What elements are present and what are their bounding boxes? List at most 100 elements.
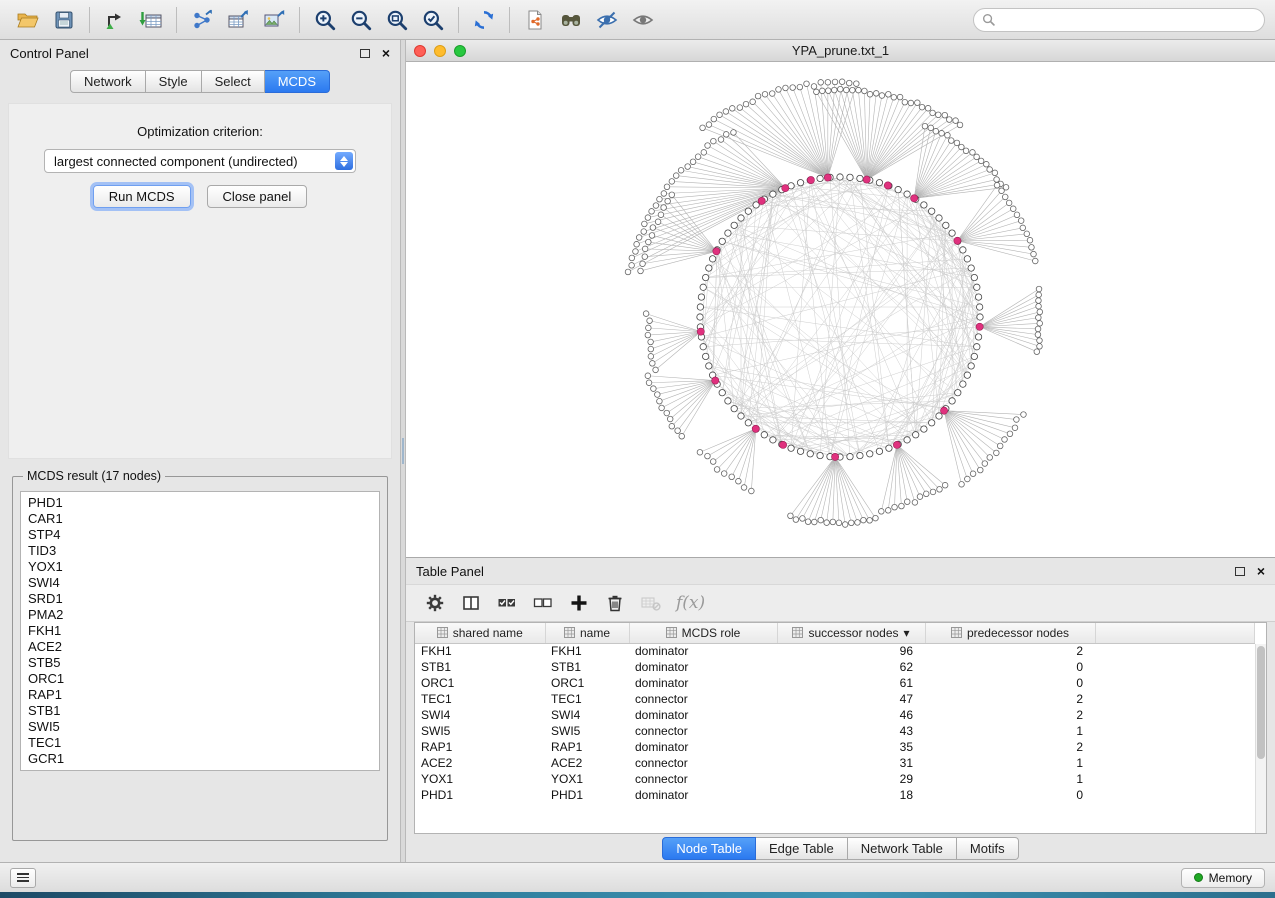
toolbar-separator — [458, 7, 459, 33]
table-row[interactable]: SWI4SWI4dominator462 — [415, 707, 1255, 723]
close-table-panel-icon[interactable]: × — [1257, 564, 1265, 578]
share-document-icon[interactable] — [517, 4, 553, 36]
mcds-result-item[interactable]: ORC1 — [28, 671, 372, 687]
import-network-icon[interactable] — [97, 4, 133, 36]
network-canvas[interactable] — [406, 62, 1275, 557]
table-row[interactable]: ACE2ACE2connector311 — [415, 755, 1255, 771]
column-header-name[interactable]: name — [545, 623, 629, 643]
mcds-result-item[interactable]: TEC1 — [28, 735, 372, 751]
zoom-selected-icon[interactable] — [415, 4, 451, 36]
table-row[interactable]: RAP1RAP1dominator352 — [415, 739, 1255, 755]
table-cell-name: FKH1 — [545, 643, 629, 659]
column-header-mcds-role[interactable]: MCDS role — [629, 623, 777, 643]
table-cell-mcds-role: dominator — [629, 787, 777, 803]
table-row[interactable]: STB1STB1dominator620 — [415, 659, 1255, 675]
status-menu-icon[interactable] — [10, 868, 36, 888]
tab-edge-table[interactable]: Edge Table — [756, 837, 848, 860]
zoom-out-icon[interactable] — [343, 4, 379, 36]
close-panel-icon[interactable]: × — [382, 46, 390, 60]
show-graphics-details-icon[interactable] — [625, 4, 661, 36]
mcds-result-item[interactable]: GCR1 — [28, 751, 372, 767]
binoculars-search-icon[interactable] — [553, 4, 589, 36]
table-cell-shared-name: PHD1 — [415, 787, 545, 803]
table-cell-filler — [1095, 675, 1255, 691]
table-cell-successor-nodes: 96 — [777, 643, 925, 659]
memory-status-dot — [1194, 873, 1203, 882]
table-row[interactable]: YOX1YOX1connector291 — [415, 771, 1255, 787]
save-session-icon[interactable] — [46, 4, 82, 36]
memory-button[interactable]: Memory — [1181, 868, 1265, 888]
column-header-filler — [1095, 623, 1255, 643]
optimization-criterion-select[interactable]: largest connected component (undirected) — [44, 149, 356, 173]
document-share-icon-glyph — [524, 9, 546, 31]
table-cell-filler — [1095, 723, 1255, 739]
import-table-icon[interactable] — [133, 4, 169, 36]
open-session-icon[interactable] — [10, 4, 46, 36]
table-row[interactable]: ORC1ORC1dominator610 — [415, 675, 1255, 691]
float-table-panel-icon[interactable] — [1235, 567, 1245, 576]
mcds-result-item[interactable]: STB1 — [28, 703, 372, 719]
mcds-result-item[interactable]: YOX1 — [28, 559, 372, 575]
mcds-result-item[interactable]: PMA2 — [28, 607, 372, 623]
import-network-icon-glyph — [104, 9, 126, 31]
show-column-icon[interactable] — [456, 588, 486, 618]
mcds-result-item[interactable]: TID3 — [28, 543, 372, 559]
hide-graphics-details-icon[interactable] — [589, 4, 625, 36]
splitter-grip — [402, 438, 404, 464]
table-cell-name: SWI4 — [545, 707, 629, 723]
zoom-fit-icon[interactable] — [379, 4, 415, 36]
mcds-result-item[interactable]: STP4 — [28, 527, 372, 543]
export-table-icon[interactable] — [220, 4, 256, 36]
network-window-titlebar: YPA_prune.txt_1 — [406, 40, 1275, 62]
tab-mcds[interactable]: MCDS — [265, 70, 330, 93]
mcds-result-item[interactable]: PHD1 — [28, 495, 372, 511]
table-row[interactable]: SWI5SWI5connector431 — [415, 723, 1255, 739]
column-type-icon — [792, 627, 803, 638]
tab-select[interactable]: Select — [202, 70, 265, 93]
table-row[interactable]: TEC1TEC1connector472 — [415, 691, 1255, 707]
unselect-all-columns-icon[interactable] — [528, 588, 558, 618]
tab-node-table[interactable]: Node Table — [662, 837, 756, 860]
unchecked-boxes-icon — [532, 592, 554, 614]
table-cell-name: PHD1 — [545, 787, 629, 803]
close-panel-button[interactable]: Close panel — [207, 185, 308, 208]
table-settings-gear-icon[interactable] — [420, 588, 450, 618]
mcds-result-item[interactable]: SRD1 — [28, 591, 372, 607]
run-mcds-button[interactable]: Run MCDS — [93, 185, 191, 208]
table-cell-successor-nodes: 31 — [777, 755, 925, 771]
column-header-successor-nodes[interactable]: successor nodes ▾ — [777, 623, 925, 643]
table-scrollbar[interactable] — [1255, 644, 1266, 833]
table-row[interactable]: PHD1PHD1dominator180 — [415, 787, 1255, 803]
mcds-result-item[interactable]: STB5 — [28, 655, 372, 671]
refresh-layout-icon[interactable] — [466, 4, 502, 36]
create-column-icon[interactable] — [564, 588, 594, 618]
tab-motifs[interactable]: Motifs — [957, 837, 1019, 860]
mcds-result-item[interactable]: FKH1 — [28, 623, 372, 639]
search-input[interactable] — [1000, 12, 1256, 28]
mcds-result-item[interactable]: RAP1 — [28, 687, 372, 703]
table-cell-shared-name: SWI5 — [415, 723, 545, 739]
table-panel-tabs: Node Table Edge Table Network Table Moti… — [406, 834, 1275, 862]
table-cell-successor-nodes: 62 — [777, 659, 925, 675]
export-image-icon[interactable] — [256, 4, 292, 36]
select-all-columns-icon[interactable] — [492, 588, 522, 618]
tab-network[interactable]: Network — [70, 70, 146, 93]
column-header-predecessor-nodes[interactable]: predecessor nodes — [925, 623, 1095, 643]
mcds-result-item[interactable]: ACE2 — [28, 639, 372, 655]
network-graph[interactable] — [406, 62, 1269, 557]
table-cell-successor-nodes: 61 — [777, 675, 925, 691]
tab-style[interactable]: Style — [146, 70, 202, 93]
export-network-icon[interactable] — [184, 4, 220, 36]
mcds-result-item[interactable]: SWI5 — [28, 719, 372, 735]
mcds-result-item[interactable]: CAR1 — [28, 511, 372, 527]
mcds-result-item[interactable]: SWI4 — [28, 575, 372, 591]
zoom-in-icon[interactable] — [307, 4, 343, 36]
float-panel-icon[interactable] — [360, 49, 370, 58]
table-row[interactable]: FKH1FKH1dominator962 — [415, 643, 1255, 659]
tab-network-table[interactable]: Network Table — [848, 837, 957, 860]
table-cell-mcds-role: connector — [629, 723, 777, 739]
delete-column-icon[interactable] — [600, 588, 630, 618]
mcds-result-group: MCDS result (17 nodes) PHD1CAR1STP4TID3Y… — [12, 469, 388, 841]
column-header-shared-name[interactable]: shared name — [415, 623, 545, 643]
scrollbar-thumb[interactable] — [1257, 646, 1265, 759]
